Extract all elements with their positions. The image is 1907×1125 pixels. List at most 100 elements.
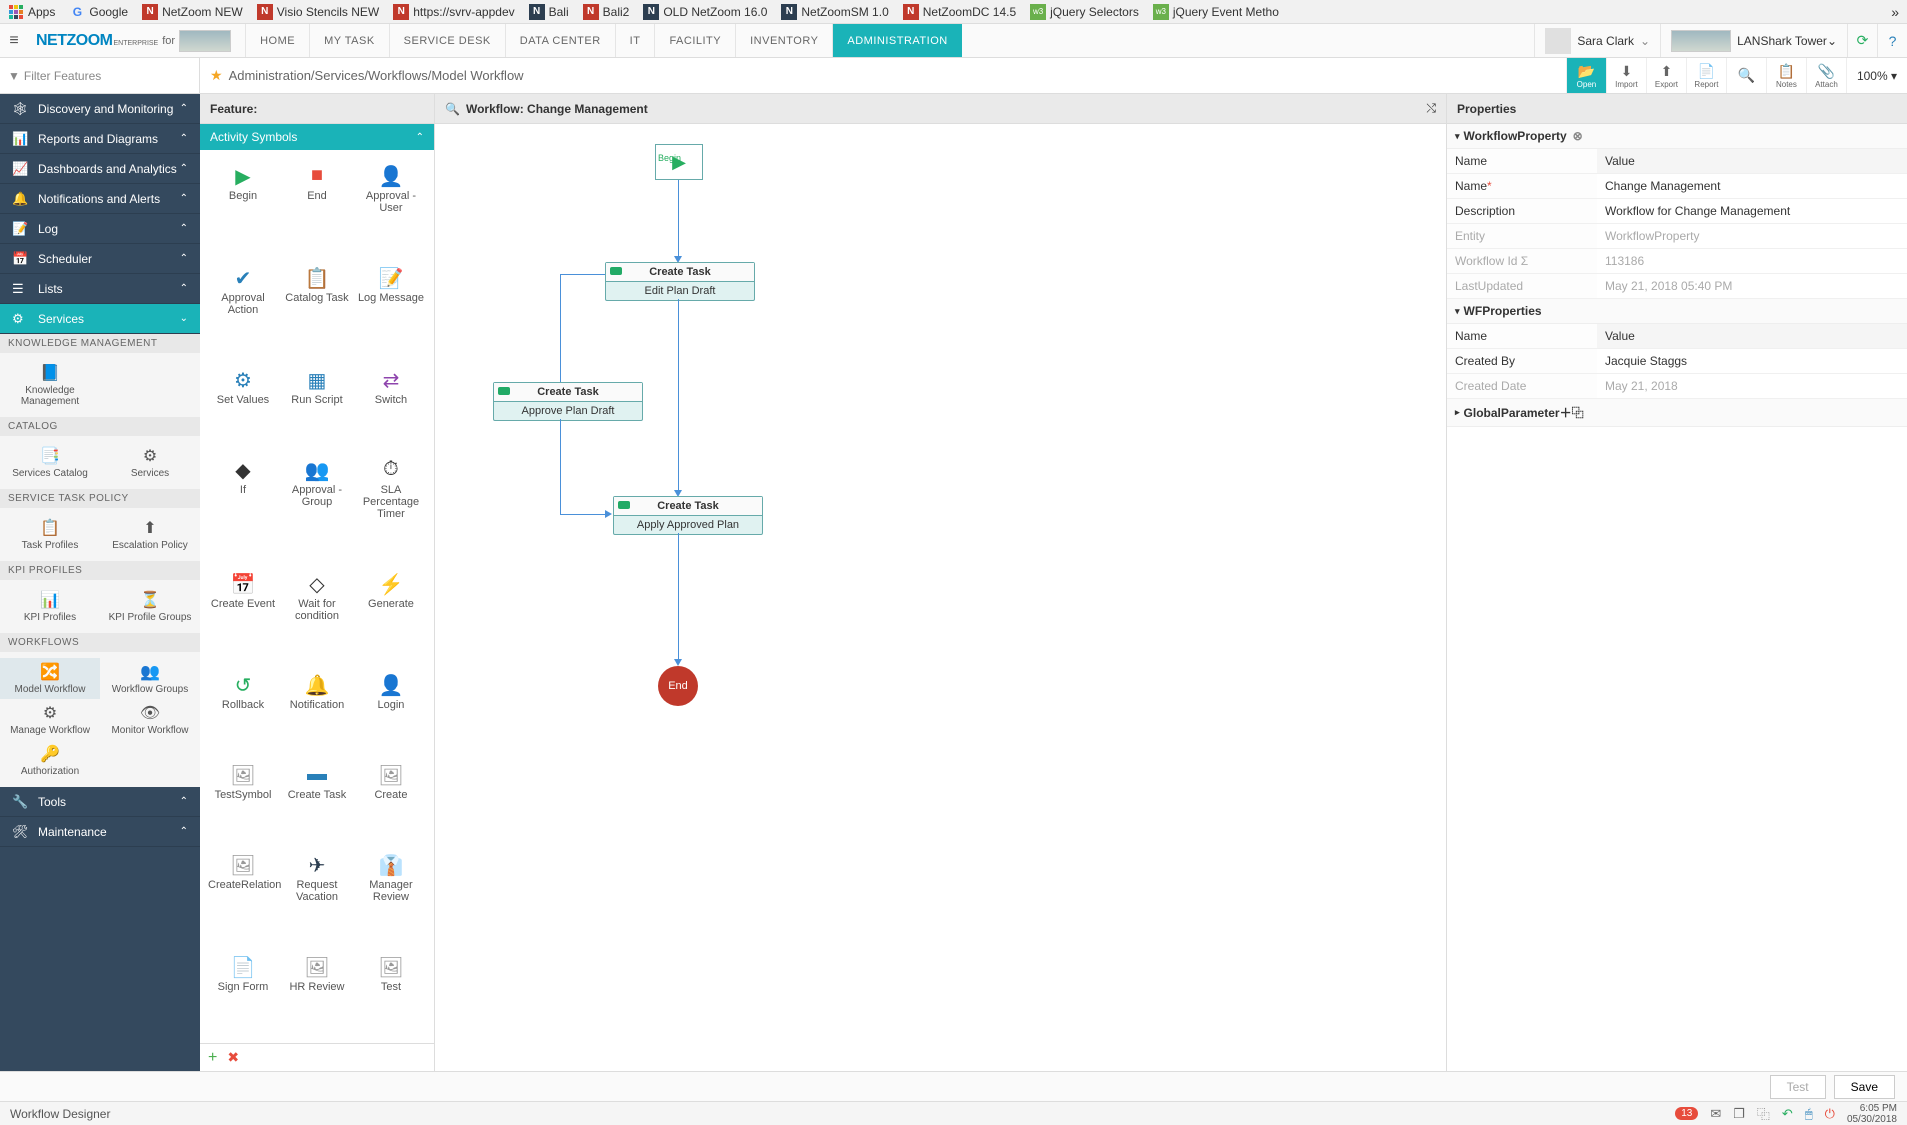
activity-approval-action[interactable]: ✔Approval Action (206, 258, 280, 360)
user-menu[interactable]: Sara Clark ⌄ (1534, 24, 1660, 57)
sidebar-subitem-escalation-policy[interactable]: ⬆Escalation Policy (100, 514, 200, 555)
help-button[interactable]: ? (1877, 24, 1907, 57)
activity-catalog-task[interactable]: 📋Catalog Task (280, 258, 354, 360)
sidebar-item-tools[interactable]: 🔧Tools⌃ (0, 787, 200, 817)
tab-my-task[interactable]: MY TASK (309, 24, 389, 57)
activity-generate[interactable]: ⚡Generate (354, 564, 428, 666)
sidebar-subitem-model-workflow[interactable]: 🔀Model Workflow (0, 658, 100, 699)
bookmark-visio[interactable]: NVisio Stencils NEW (257, 4, 379, 20)
import-button[interactable]: ⬇Import (1606, 58, 1646, 93)
open-button[interactable]: 📂Open (1566, 58, 1606, 93)
activity-hr-review[interactable]: 🖼HR Review (280, 947, 354, 1037)
sidebar-subitem-task-profiles[interactable]: 📋Task Profiles (0, 514, 100, 555)
tab-administration[interactable]: ADMINISTRATION (832, 24, 961, 57)
workflow-node[interactable]: Create Task Apply Approved Plan (613, 496, 763, 535)
activity-if[interactable]: ◆If (206, 450, 280, 564)
sidebar-subitem-monitor-workflow[interactable]: 👁Monitor Workflow (100, 699, 200, 740)
filter-input[interactable]: ▼ Filter Features (0, 58, 200, 93)
zoom-control[interactable]: 100% ▾ (1846, 58, 1907, 93)
property-row[interactable]: EntityWorkflowProperty (1447, 224, 1907, 249)
apps-button[interactable]: Apps (8, 4, 55, 20)
activity-create-event[interactable]: 📅Create Event (206, 564, 280, 666)
activity-wait-for-condition[interactable]: ◇Wait for condition (280, 564, 354, 666)
activity-approval-user[interactable]: 👤Approval - User (354, 156, 428, 258)
sidebar-subitem-services[interactable]: ⚙Services (100, 442, 200, 483)
bookmark-bali[interactable]: NBali (529, 4, 569, 20)
sidebar-item-discovery-and-monitoring[interactable]: 🕸Discovery and Monitoring⌃ (0, 94, 200, 124)
activity-begin[interactable]: ▶Begin (206, 156, 280, 258)
copy-icon[interactable]: ⿻ (1572, 404, 1584, 421)
sidebar-subitem-authorization[interactable]: 🔑Authorization (0, 740, 100, 781)
activity-symbols-header[interactable]: Activity Symbols ⌃ (200, 124, 434, 150)
activity-create-task[interactable]: ▬Create Task (280, 755, 354, 845)
tab-data-center[interactable]: DATA CENTER (505, 24, 615, 57)
tab-inventory[interactable]: INVENTORY (735, 24, 832, 57)
search-icon[interactable]: 🔍 (1726, 58, 1766, 93)
bookmark-old-netzoom[interactable]: NOLD NetZoom 16.0 (643, 4, 767, 20)
activity-testsymbol[interactable]: 🖼TestSymbol (206, 755, 280, 845)
property-row[interactable]: DescriptionWorkflow for Change Managemen… (1447, 199, 1907, 224)
sidebar-subitem-knowledge-management[interactable]: 📘Knowledge Management (0, 359, 100, 411)
property-section-workflowproperty[interactable]: ▾WorkflowProperty⊗ (1447, 124, 1907, 149)
sidebar-subitem-workflow-groups[interactable]: 👥Workflow Groups (100, 658, 200, 699)
test-button[interactable]: Test (1770, 1075, 1826, 1099)
activity-end[interactable]: ■End (280, 156, 354, 258)
hamburger-menu[interactable]: ≡ (0, 32, 28, 50)
delete-button[interactable]: ✖ (227, 1049, 239, 1066)
export-button[interactable]: ⬆Export (1646, 58, 1686, 93)
activity-request-vacation[interactable]: ✈Request Vacation (280, 845, 354, 947)
activity-test[interactable]: 🖼Test (354, 947, 428, 1037)
end-node[interactable]: End (658, 666, 698, 706)
sidebar-item-services[interactable]: ⚙Services⌄ (0, 304, 200, 334)
tab-it[interactable]: IT (615, 24, 655, 57)
activity-run-script[interactable]: ▦Run Script (280, 360, 354, 450)
sidebar-subitem-kpi-profiles[interactable]: 📊KPI Profiles (0, 586, 100, 627)
save-button[interactable]: Save (1834, 1075, 1895, 1099)
sidebar-item-log[interactable]: 📝Log⌃ (0, 214, 200, 244)
activity-rollback[interactable]: ↺Rollback (206, 665, 280, 755)
add-button[interactable]: + (208, 1049, 217, 1067)
add-icon[interactable]: ＋ (1560, 404, 1572, 421)
window-icon[interactable]: ❐ (1733, 1106, 1745, 1122)
property-row[interactable]: Created ByJacquie Staggs (1447, 349, 1907, 374)
mouse-icon[interactable]: 🖱 (1805, 1106, 1813, 1122)
sidebar-item-notifications-and-alerts[interactable]: 🔔Notifications and Alerts⌃ (0, 184, 200, 214)
star-icon[interactable]: ★ (210, 67, 223, 84)
bookmark-netzoomsm[interactable]: NNetZoomSM 1.0 (781, 4, 888, 20)
bookmark-bali2[interactable]: NBali2 (583, 4, 630, 20)
notes-icon[interactable]: 📋Notes (1766, 58, 1806, 93)
report-button[interactable]: 📄Report (1686, 58, 1726, 93)
activity-login[interactable]: 👤Login (354, 665, 428, 755)
activity-createrelation[interactable]: 🖼CreateRelation (206, 845, 280, 947)
power-icon[interactable]: ⏻ (1825, 1106, 1835, 1122)
bookmark-google[interactable]: GGoogle (69, 4, 128, 20)
activity-sign-form[interactable]: 📄Sign Form (206, 947, 280, 1037)
tab-home[interactable]: HOME (245, 24, 309, 57)
bookmark-netzoom-new[interactable]: NNetZoom NEW (142, 4, 243, 20)
sidebar-subitem-services-catalog[interactable]: 📑Services Catalog (0, 442, 100, 483)
activity-notification[interactable]: 🔔Notification (280, 665, 354, 755)
property-section-wfproperties[interactable]: ▾WFProperties (1447, 299, 1907, 324)
property-section-globalparameter[interactable]: ▸GlobalParameter ＋ ⿻ (1447, 399, 1907, 427)
sidebar-item-maintenance[interactable]: 🛠Maintenance⌃ (0, 817, 200, 847)
location-menu[interactable]: LANShark Tower ⌄ (1660, 24, 1847, 57)
close-icon[interactable]: ⊗ (1573, 129, 1583, 143)
workflow-node[interactable]: Create Task Approve Plan Draft (493, 382, 643, 421)
activity-create[interactable]: 🖼Create (354, 755, 428, 845)
sidebar-subitem-kpi-profile-groups[interactable]: ⏳KPI Profile Groups (100, 586, 200, 627)
refresh-button[interactable]: ⟳ (1847, 24, 1877, 57)
bookmark-svrv[interactable]: Nhttps://svrv-appdev (393, 4, 514, 20)
attach-icon[interactable]: 📎Attach (1806, 58, 1846, 93)
sidebar-item-lists[interactable]: ☰Lists⌃ (0, 274, 200, 304)
tab-facility[interactable]: FACILITY (654, 24, 735, 57)
activity-log-message[interactable]: 📝Log Message (354, 258, 428, 360)
sidebar-item-dashboards-and-analytics[interactable]: 📈Dashboards and Analytics⌃ (0, 154, 200, 184)
activity-set-values[interactable]: ⚙Set Values (206, 360, 280, 450)
bookmark-jquery-sel[interactable]: w3jQuery Selectors (1030, 4, 1139, 20)
property-row[interactable]: LastUpdatedMay 21, 2018 05:40 PM (1447, 274, 1907, 299)
property-row[interactable]: Name*Change Management (1447, 174, 1907, 199)
undo-icon[interactable]: ↶ (1782, 1106, 1793, 1122)
notification-badge[interactable]: 13 (1675, 1107, 1698, 1120)
logo[interactable]: NETZOOM ENTERPRISE for (36, 30, 231, 52)
orientation-toggle[interactable]: ⤭ (1426, 101, 1436, 116)
